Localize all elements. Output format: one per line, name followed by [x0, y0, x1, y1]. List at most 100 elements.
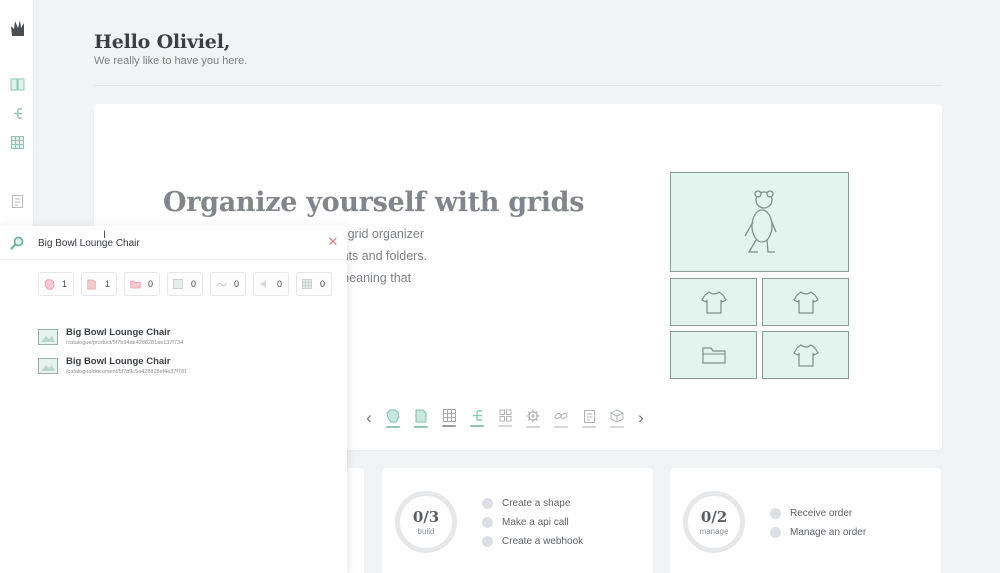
task-label: Make a api call: [502, 517, 569, 528]
carousel-dot-box[interactable]: [603, 404, 631, 432]
grid-cell: [670, 331, 757, 379]
grid-cell: [762, 331, 849, 379]
page-title: Hello Oliviel,: [94, 31, 231, 53]
task-status-icon: [770, 508, 781, 519]
result-path: /catalogue/document/5f7b9c5a428828ef4e37…: [66, 369, 188, 375]
filter-count: 0: [276, 279, 282, 289]
grid-icon: [11, 136, 24, 149]
filter-products[interactable]: 1: [38, 272, 74, 296]
carousel-dot-clipboard[interactable]: [575, 404, 603, 432]
task-label: Receive order: [790, 508, 853, 519]
filter-folders[interactable]: 0: [124, 272, 160, 296]
slide-title: Organize yourself with grids: [163, 187, 585, 218]
tshirt-icon: [792, 291, 819, 314]
sidebar-item-grid[interactable]: [10, 135, 25, 150]
page-subtitle: We really like to have you here.: [94, 55, 248, 67]
filter-count: 0: [319, 279, 325, 289]
logo-icon[interactable]: [10, 19, 26, 37]
onboarding-card-build: 0/3 build Create a shape Make a api call…: [382, 468, 653, 573]
shape-icon: [260, 280, 266, 288]
filter-count: 0: [190, 279, 196, 289]
teddy-bear-icon: [743, 190, 777, 253]
task-label: Create a shape: [502, 498, 571, 509]
search-result-item[interactable]: Big Bowl Lounge Chair /catalogue/documen…: [38, 351, 187, 380]
grid-cell: [762, 278, 849, 326]
document-icon: [87, 279, 96, 289]
filter-patterns[interactable]: 0: [296, 272, 332, 296]
product-icon: [44, 278, 55, 290]
result-title: Big Bowl Lounge Chair: [66, 327, 171, 338]
task-item[interactable]: Create a shape: [482, 498, 570, 509]
carousel-dot-link[interactable]: [547, 404, 575, 432]
filter-links[interactable]: 0: [210, 272, 246, 296]
box-icon: [610, 408, 624, 423]
search-bar: ✕: [0, 226, 347, 260]
carousel-nav: ‹ ›: [359, 404, 651, 432]
grid-cell: [670, 278, 757, 326]
task-status-icon: [482, 536, 493, 547]
sidebar-item-tree[interactable]: [10, 106, 25, 121]
settings-icon: [526, 409, 540, 422]
prev-slide-button[interactable]: ‹: [359, 408, 379, 428]
carousel-dot-grid[interactable]: [435, 404, 463, 432]
task-item[interactable]: Make a api call: [482, 517, 569, 528]
clipboard-icon: [12, 194, 23, 208]
task-label: Manage an order: [790, 527, 867, 538]
carousel-dot-shapes[interactable]: [491, 404, 519, 432]
search-filters: 1 1 0 0 0 0 0: [38, 272, 339, 296]
progress-count: 0/2: [700, 508, 728, 526]
tree-icon: [472, 410, 482, 421]
search-result-item[interactable]: Big Bowl Lounge Chair /catalogue/product…: [38, 322, 187, 351]
task-item[interactable]: Create a webhook: [482, 536, 583, 547]
image-icon: [38, 357, 58, 374]
progress-ring: 0/3 build: [395, 491, 457, 553]
image-icon: [38, 328, 58, 345]
filter-count: 0: [147, 279, 153, 289]
tshirt-icon: [700, 291, 727, 314]
carousel-dot-product[interactable]: [379, 404, 407, 432]
task-status-icon: [770, 527, 781, 538]
filter-count: 1: [61, 279, 67, 289]
close-icon[interactable]: ✕: [327, 235, 339, 248]
grid-cell: [670, 172, 849, 272]
task-item[interactable]: Receive order: [770, 508, 852, 519]
carousel-dot-document[interactable]: [407, 404, 435, 432]
search-icon: [10, 236, 24, 250]
task-label: Create a webhook: [502, 536, 584, 547]
task-item[interactable]: Manage an order: [770, 527, 866, 538]
search-panel: ✕ 1 1 0 0 0 0 0: [0, 226, 347, 573]
search-input[interactable]: [38, 235, 308, 251]
progress-label: manage: [699, 527, 729, 536]
onboarding-card-manage: 0/2 manage Receive order Manage an order: [670, 468, 941, 573]
link-icon: [554, 412, 568, 419]
task-status-icon: [482, 498, 493, 509]
filter-documents[interactable]: 1: [81, 272, 117, 296]
progress-ring: 0/2 manage: [683, 491, 745, 553]
filter-count: 1: [104, 279, 110, 289]
carousel-dot-tree[interactable]: [463, 404, 491, 432]
folder-icon: [701, 347, 726, 364]
grid-icon: [173, 279, 183, 289]
text-cursor-icon: I: [103, 229, 107, 241]
divider: [94, 85, 942, 86]
folder-icon: [130, 280, 141, 288]
next-slide-button[interactable]: ›: [631, 408, 651, 428]
pattern-icon: [302, 279, 312, 289]
filter-grids[interactable]: 0: [167, 272, 203, 296]
sidebar-item-catalogue[interactable]: [10, 77, 25, 92]
grid-icon: [442, 409, 456, 422]
progress-count: 0/3: [412, 508, 440, 526]
document-icon: [415, 409, 427, 422]
shapes-icon: [499, 409, 511, 422]
product-icon: [386, 409, 400, 422]
filter-shapes[interactable]: 0: [253, 272, 289, 296]
carousel-dot-settings[interactable]: [519, 404, 547, 432]
tshirt-icon: [792, 344, 819, 367]
clipboard-icon: [583, 409, 595, 423]
book-icon: [10, 78, 25, 91]
search-results: Big Bowl Lounge Chair /catalogue/product…: [38, 322, 187, 380]
link-icon: [216, 282, 227, 286]
result-path: /catalogue/product/5f7b94ae4288281ae137f…: [66, 340, 184, 346]
filter-count: 0: [233, 279, 239, 289]
sidebar-item-orders[interactable]: [10, 193, 25, 208]
